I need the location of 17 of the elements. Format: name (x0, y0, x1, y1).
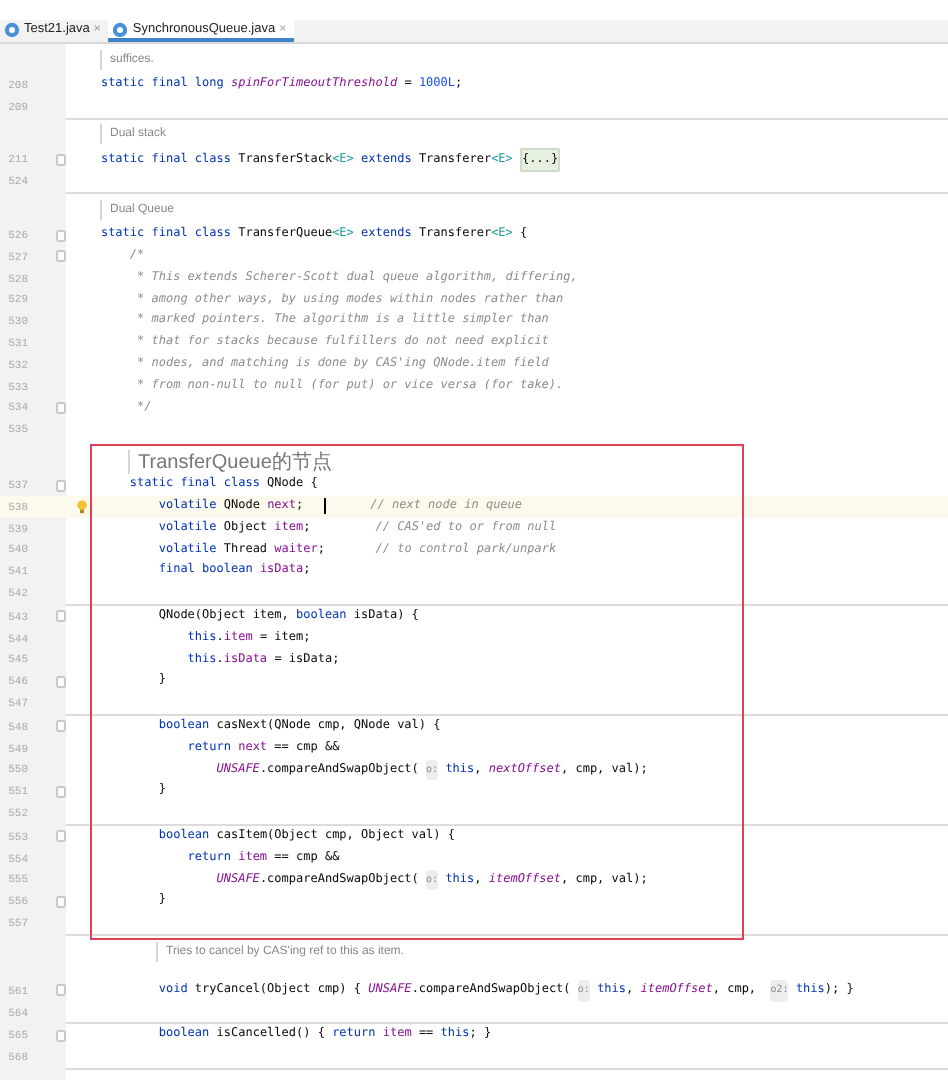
rendered-doc-comment: TransferQueue的节点 (128, 450, 340, 475)
fold-marker-icon[interactable] (56, 675, 66, 688)
fold-marker-icon[interactable] (56, 610, 66, 623)
lightbulb-icon[interactable] (76, 499, 88, 514)
fold-marker-icon[interactable] (56, 720, 66, 733)
fold-marker-icon[interactable] (56, 154, 66, 167)
fold-marker-icon[interactable] (56, 830, 66, 843)
fold-marker-icon[interactable] (56, 229, 66, 242)
fold-marker-icon[interactable] (56, 895, 66, 908)
text-cursor (324, 498, 327, 515)
fold-marker-icon[interactable] (56, 1029, 66, 1042)
fold-marker-icon[interactable] (56, 402, 66, 415)
fold-marker-icon[interactable] (56, 479, 66, 492)
fold-marker-icon[interactable] (56, 984, 66, 997)
fold-marker-icon[interactable] (56, 785, 66, 798)
file-icon (112, 21, 129, 37)
fold-marker-icon[interactable] (56, 250, 66, 263)
